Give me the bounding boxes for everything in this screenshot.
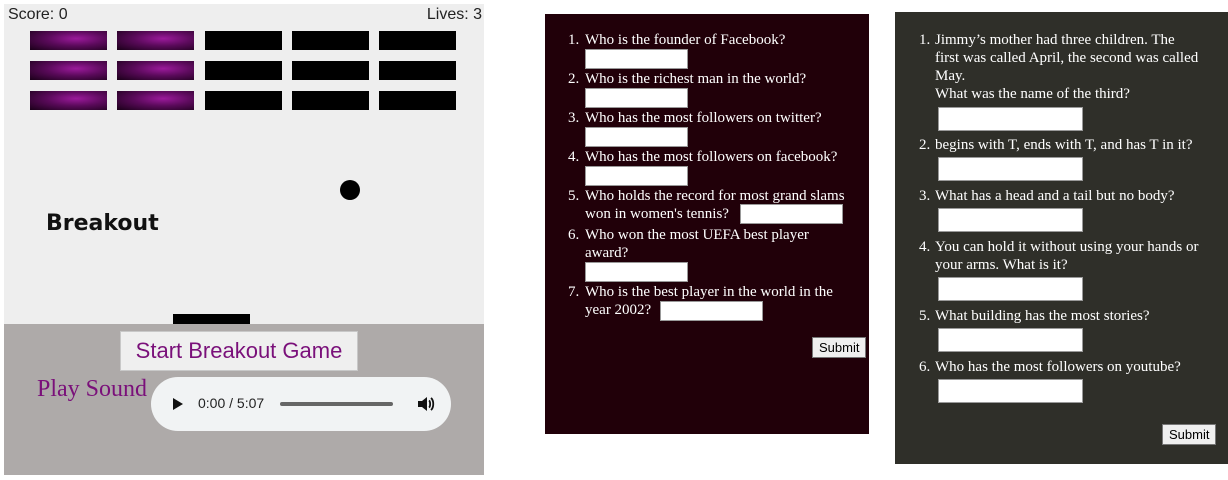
question-text: Who has the most followers on twitter? bbox=[585, 110, 822, 126]
question-text: your arms. What is it? bbox=[935, 257, 1068, 273]
brick bbox=[30, 61, 107, 80]
brick bbox=[205, 61, 282, 80]
question-number: 3. bbox=[919, 188, 931, 204]
question-number: 2. bbox=[568, 71, 580, 87]
answer-input[interactable] bbox=[938, 328, 1083, 352]
question-text: Who holds the record for most grand slam… bbox=[585, 188, 845, 204]
game-canvas[interactable]: Score: 0 Lives: 3 Breakout bbox=[4, 4, 484, 324]
answer-input[interactable] bbox=[585, 49, 688, 69]
brick bbox=[117, 91, 194, 110]
brick bbox=[117, 31, 194, 50]
answer-input[interactable] bbox=[938, 107, 1083, 131]
answer-input[interactable] bbox=[740, 204, 843, 224]
audio-player: 0:00 / 5:07 bbox=[151, 377, 451, 431]
question-text: won in women's tennis? bbox=[585, 206, 729, 222]
answer-input[interactable] bbox=[938, 208, 1083, 232]
question-text: May. bbox=[935, 68, 966, 84]
brick bbox=[205, 31, 282, 50]
answer-input[interactable] bbox=[938, 157, 1083, 181]
question-text: You can hold it without using your hands… bbox=[935, 239, 1199, 255]
question-number: 1. bbox=[919, 32, 931, 48]
question-text: What was the name of the third? bbox=[935, 86, 1130, 102]
answer-input[interactable] bbox=[585, 166, 688, 186]
question-text: Who is the richest man in the world? bbox=[585, 71, 807, 87]
question-number: 1. bbox=[568, 32, 580, 48]
question-text: What has a head and a tail but no body? bbox=[935, 188, 1175, 204]
question-text: Jimmy’s mother had three children. The bbox=[935, 32, 1175, 48]
question-number: 4. bbox=[568, 149, 580, 165]
play-sound-label: Play Sound bbox=[37, 376, 148, 402]
quiz-panel-2: 1. Jimmy’s mother had three children. Th… bbox=[895, 12, 1228, 464]
brick bbox=[379, 91, 456, 110]
brick bbox=[117, 61, 194, 80]
question-number: 4. bbox=[919, 239, 931, 255]
submit-button[interactable]: Submit bbox=[812, 337, 867, 358]
volume-icon[interactable] bbox=[415, 394, 435, 414]
brick bbox=[205, 91, 282, 110]
question-text: first was called April, the second was c… bbox=[935, 50, 1199, 66]
start-game-button[interactable]: Start Breakout Game bbox=[120, 331, 358, 371]
play-icon[interactable] bbox=[173, 398, 183, 410]
audio-time: 0:00 / 5:07 bbox=[198, 395, 265, 411]
answer-input[interactable] bbox=[938, 379, 1083, 403]
question-text: Who has the most followers on facebook? bbox=[585, 149, 838, 165]
question-number: 7. bbox=[568, 284, 580, 300]
question-number: 5. bbox=[919, 308, 931, 324]
quiz-panel-1: 1. Who is the founder of Facebook? 2. Wh… bbox=[545, 14, 869, 434]
audio-progress-bar[interactable] bbox=[280, 402, 393, 406]
submit-button[interactable]: Submit bbox=[1162, 424, 1217, 445]
ball bbox=[340, 180, 360, 200]
question-text: begins with T, ends with T, and has T in… bbox=[935, 137, 1193, 153]
question-text: Who is the founder of Facebook? bbox=[585, 32, 786, 48]
answer-input[interactable] bbox=[660, 301, 763, 321]
answer-input[interactable] bbox=[585, 127, 688, 147]
brick bbox=[379, 31, 456, 50]
lives-display: Lives: 3 bbox=[426, 6, 482, 23]
question-number: 5. bbox=[568, 188, 580, 204]
question-text: award? bbox=[585, 245, 629, 261]
answer-input[interactable] bbox=[585, 88, 688, 108]
question-text: Who is the best player in the world in t… bbox=[585, 284, 833, 300]
answer-input[interactable] bbox=[938, 277, 1083, 301]
question-number: 2. bbox=[919, 137, 931, 153]
question-text: Who has the most followers on youtube? bbox=[935, 359, 1181, 375]
question-text: Who won the most UEFA best player bbox=[585, 227, 809, 243]
question-text: What building has the most stories? bbox=[935, 308, 1150, 324]
answer-input[interactable] bbox=[585, 262, 688, 282]
paddle[interactable] bbox=[173, 314, 250, 324]
question-number: 6. bbox=[919, 359, 931, 375]
brick bbox=[292, 91, 369, 110]
brick bbox=[379, 61, 456, 80]
brick bbox=[30, 31, 107, 50]
question-number: 3. bbox=[568, 110, 580, 126]
brick bbox=[30, 91, 107, 110]
question-text: year 2002? bbox=[585, 302, 652, 318]
game-title: Breakout bbox=[46, 211, 159, 236]
brick bbox=[292, 31, 369, 50]
score-display: Score: 0 bbox=[8, 6, 68, 23]
game-controls: Start Breakout Game Play Sound 0:00 / 5:… bbox=[4, 324, 484, 475]
brick bbox=[292, 61, 369, 80]
question-number: 6. bbox=[568, 227, 580, 243]
